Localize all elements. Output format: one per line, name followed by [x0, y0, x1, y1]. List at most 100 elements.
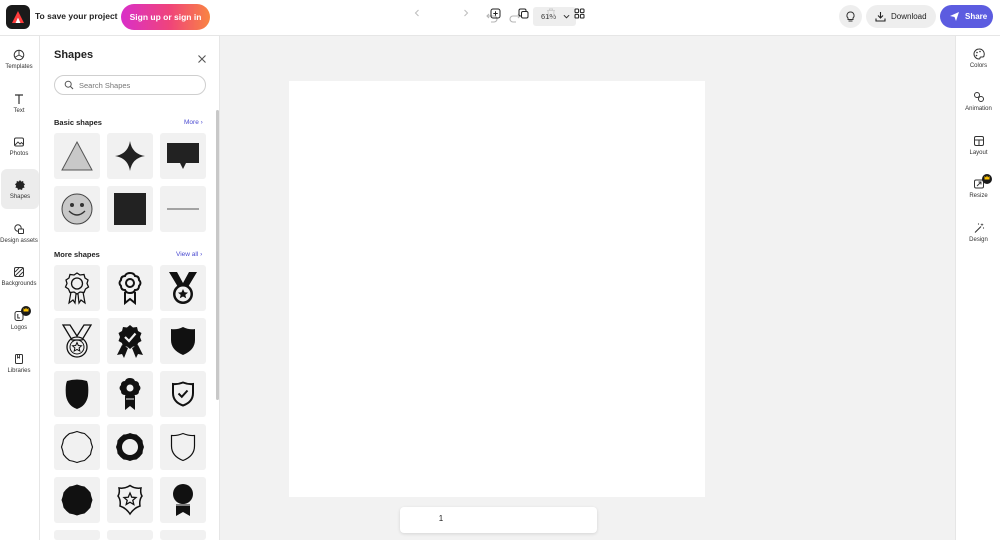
rail-item-colors[interactable]: Colors — [956, 38, 1000, 78]
rail-item-templates[interactable]: Templates — [0, 39, 38, 79]
shield-filled-2-icon — [65, 379, 89, 409]
shape-tile-police-badge-star[interactable] — [107, 477, 153, 523]
backgrounds-icon — [14, 266, 24, 277]
add-page-icon[interactable] — [489, 7, 501, 19]
download-label: Download — [891, 12, 927, 21]
search-field[interactable] — [54, 75, 206, 95]
rail-item-libraries[interactable]: Libraries — [0, 343, 38, 383]
shape-tile-square[interactable] — [107, 186, 153, 232]
check-seal-ribbon-icon — [117, 325, 143, 358]
search-input[interactable] — [79, 80, 199, 90]
shape-tile-star-medal-outline[interactable] — [54, 318, 100, 364]
colors-icon — [973, 48, 985, 60]
shape-tile-award-ribbon[interactable] — [54, 265, 100, 311]
app-logo-icon[interactable] — [6, 5, 30, 29]
shape-tile-triangle[interactable] — [54, 133, 100, 179]
canvas-page[interactable] — [289, 81, 705, 497]
rail-item-text[interactable]: Text — [0, 83, 38, 123]
templates-icon — [13, 49, 25, 60]
award-ribbon-icon — [64, 272, 90, 305]
rail-label: Design — [969, 236, 988, 243]
shape-tile-wavy-circle-filled[interactable] — [54, 477, 100, 523]
shield-outline-icon — [170, 432, 196, 462]
rail-item-logos[interactable]: Logos — [0, 300, 38, 340]
share-button[interactable]: Share — [940, 5, 993, 28]
view-all-shapes-link[interactable]: View all › — [176, 251, 202, 258]
text-icon — [15, 93, 23, 104]
award-badge-icon — [118, 271, 142, 305]
next-page-icon[interactable] — [460, 7, 472, 19]
page-number: 1 — [438, 514, 444, 523]
shape-tile-partial[interactable] — [160, 530, 206, 540]
chevron-down-icon — [563, 14, 570, 19]
previous-page-icon[interactable] — [411, 7, 423, 19]
more-basic-shapes-link[interactable]: More › — [184, 119, 203, 126]
shape-tile-shield-filled[interactable] — [160, 318, 206, 364]
shape-tile-star-medal[interactable] — [160, 265, 206, 311]
shape-tile-star[interactable] — [107, 133, 153, 179]
shape-tile-shield-outline[interactable] — [160, 424, 206, 470]
right-rail: Colors Animation Layout Resize Design — [955, 36, 1000, 540]
panel-scrollbar[interactable] — [216, 110, 219, 400]
smiley-face-icon — [61, 193, 93, 225]
shape-tile-medal-ribbon[interactable] — [160, 477, 206, 523]
save-prompt-text: To save your project — [35, 11, 118, 21]
search-icon — [64, 80, 74, 90]
rail-label: Text — [13, 107, 25, 114]
star-medal-outline-icon — [61, 324, 93, 358]
shape-tile-speech-bubble[interactable] — [160, 133, 206, 179]
shape-tile-check-seal-ribbon[interactable] — [107, 318, 153, 364]
shape-tile-wavy-circle-outline[interactable] — [54, 424, 100, 470]
speech-bubble-icon — [167, 143, 199, 169]
shield-check-icon — [172, 381, 194, 407]
shape-tile-line[interactable] — [160, 186, 206, 232]
shape-tile-partial[interactable] — [54, 530, 100, 540]
rail-label: Backgrounds — [1, 280, 37, 287]
rail-item-design-assets[interactable]: Design assets — [0, 213, 38, 253]
rail-label: Design assets — [0, 237, 38, 244]
shape-tile-shield-filled-2[interactable] — [54, 371, 100, 417]
rail-label: Templates — [5, 63, 33, 70]
share-label: Share — [965, 12, 988, 21]
rail-item-photos[interactable]: Photos — [0, 126, 38, 166]
left-rail: Templates Text Photos Shapes Design asse… — [0, 36, 40, 540]
layout-icon — [973, 135, 984, 146]
basic-shapes-heading: Basic shapes — [54, 118, 102, 127]
shape-tile-wavy-ring[interactable] — [107, 424, 153, 470]
grid-view-icon[interactable] — [573, 7, 585, 19]
shape-tile-shield-check[interactable] — [160, 371, 206, 417]
rail-label: Photos — [9, 150, 29, 157]
duplicate-page-icon[interactable] — [517, 7, 529, 19]
shape-tile-partial[interactable] — [107, 530, 153, 540]
square-icon — [114, 193, 146, 225]
premium-crown-icon — [982, 174, 992, 184]
shape-tile-smiley[interactable] — [54, 186, 100, 232]
rail-item-backgrounds[interactable]: Backgrounds — [0, 256, 38, 296]
rail-item-layout[interactable]: Layout — [956, 125, 1000, 165]
download-button[interactable]: Download — [866, 5, 936, 28]
rail-item-shapes[interactable]: Shapes — [1, 169, 39, 209]
rail-label: Logos — [10, 324, 28, 331]
lightbulb-icon — [846, 10, 855, 21]
sign-up-button[interactable]: Sign up or sign in — [121, 4, 210, 30]
rail-label: Shapes — [9, 193, 31, 200]
shapes-panel: Shapes Basic shapes More › More shapes V… — [40, 36, 220, 540]
premium-crown-icon — [21, 306, 31, 316]
shape-tile-rosette-ribbon[interactable] — [107, 371, 153, 417]
close-icon[interactable] — [197, 51, 207, 63]
line-icon — [167, 208, 199, 210]
shape-tile-award-badge[interactable] — [107, 265, 153, 311]
delete-page-icon[interactable] — [545, 7, 557, 19]
rail-label: Resize — [969, 192, 988, 199]
rail-item-design[interactable]: Design — [956, 212, 1000, 252]
medal-ribbon-icon — [173, 484, 193, 516]
rail-label: Libraries — [7, 367, 31, 374]
rail-item-animation[interactable]: Animation — [956, 81, 1000, 121]
photos-icon — [14, 137, 24, 146]
shield-filled-icon — [171, 327, 195, 355]
lightbulb-button[interactable] — [839, 5, 862, 28]
triangle-icon — [61, 140, 93, 171]
more-shapes-heading: More shapes — [54, 250, 100, 259]
rail-item-resize[interactable]: Resize — [956, 168, 1000, 208]
rosette-ribbon-icon — [119, 378, 141, 410]
